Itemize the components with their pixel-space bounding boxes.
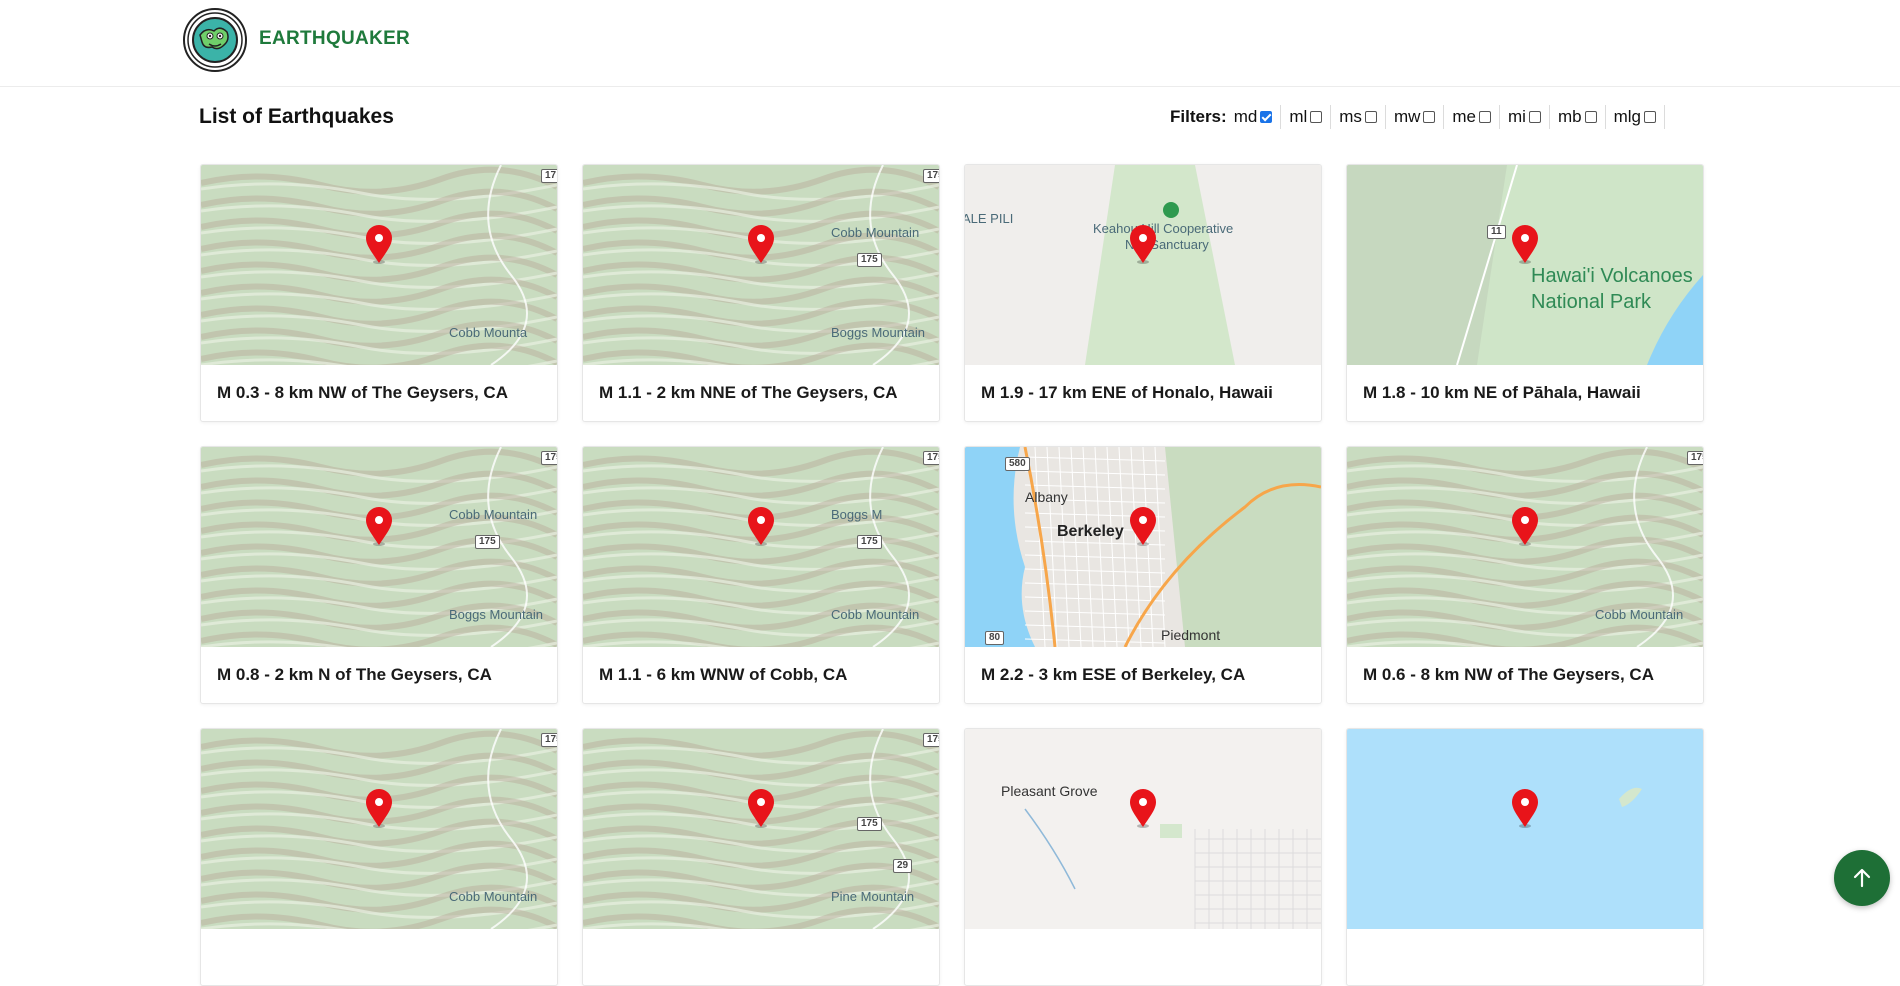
- filter-label: mw: [1393, 107, 1421, 126]
- highway-shield: 175: [857, 253, 882, 267]
- earthquake-title[interactable]: M 0.6 - 8 km NW of The Geysers, CA: [1363, 665, 1654, 685]
- highway-shield: 175: [541, 733, 557, 747]
- filter-checkbox-md[interactable]: [1260, 111, 1273, 123]
- map-pin-icon[interactable]: [1511, 225, 1539, 265]
- filter-mi[interactable]: mi: [1508, 105, 1550, 129]
- filter-mlg[interactable]: mlg: [1614, 105, 1665, 129]
- earthquake-title[interactable]: M 1.1 - 6 km WNW of Cobb, CA: [599, 665, 847, 685]
- map-place-label: Berkeley: [1057, 523, 1124, 540]
- earthquake-card[interactable]: Boggs Mountain Cobb Mountain 175 175 M 0.8 -…: [200, 446, 558, 704]
- filter-label: mlg: [1613, 107, 1641, 126]
- filter-label: me: [1452, 107, 1477, 126]
- filters-bar: Filters: md ml ms mw me mi mb mlg: [1170, 105, 1665, 129]
- filters-label: Filters:: [1170, 107, 1227, 126]
- highway-shield: 175: [1687, 451, 1703, 465]
- map-pin-icon[interactable]: [1129, 225, 1157, 265]
- earthquake-title[interactable]: M 1.8 - 10 km NE of Pāhala, Hawaii: [1363, 383, 1641, 403]
- map-place-label: Cobb Mountain: [831, 225, 920, 240]
- earthquake-card[interactable]: Boggs Mountain Cobb Mountain 175 175 M 1.1 -…: [582, 164, 940, 422]
- earthquake-card[interactable]: Cobb Mountain 175: [200, 728, 558, 986]
- earthquake-card[interactable]: ALE PILI Keahou Hill Cooperative NW Sanctu…: [964, 164, 1322, 422]
- filter-checkbox-mlg[interactable]: [1644, 111, 1656, 123]
- highway-shield: 175: [923, 451, 939, 465]
- map-place-label: ALE PILI: [964, 211, 1014, 226]
- earthquake-title[interactable]: M 1.9 - 17 km ENE of Honalo, Hawaii: [981, 383, 1273, 403]
- filter-mb[interactable]: mb: [1558, 105, 1606, 129]
- map-place-label: Boggs Mountain: [449, 607, 543, 622]
- filter-me[interactable]: me: [1452, 105, 1501, 129]
- map-pin-icon[interactable]: [365, 225, 393, 265]
- map-place-label: Cobb Mountain: [831, 607, 920, 622]
- map-pin-icon[interactable]: [747, 507, 775, 547]
- map-pin-icon[interactable]: [1511, 789, 1539, 829]
- map-place-label: Cobb Mountain: [449, 889, 538, 904]
- highway-shield: 175: [857, 535, 882, 549]
- map-place-label: Boggs Mountain: [831, 325, 925, 340]
- highway-shield: 175: [541, 451, 557, 465]
- map-pin-icon[interactable]: [747, 789, 775, 829]
- earthquake-card[interactable]: Hawai'i Volcanoes National Park 11 M 1.8 - …: [1346, 164, 1704, 422]
- filter-mw[interactable]: mw: [1393, 105, 1445, 129]
- earthquake-card[interactable]: Albany Berkeley Piedmont 580 80 M 2.2 - 3 km …: [964, 446, 1322, 704]
- filter-label: ms: [1339, 107, 1362, 126]
- filter-checkbox-mw[interactable]: [1423, 111, 1436, 123]
- filter-label: mb: [1557, 107, 1582, 126]
- highway-shield: 80: [985, 631, 1005, 645]
- earthquake-card[interactable]: Cobb Mounta 17 M 0.3 - 8 km NW of The Geys…: [200, 164, 558, 422]
- earthquake-card[interactable]: Cobb Mountain 175 M 0.6 - 8 km NW of The G…: [1346, 446, 1704, 704]
- map-pin-icon[interactable]: [1129, 789, 1157, 829]
- map-place-label: Cobb Mountain: [449, 507, 538, 522]
- filter-label: md: [1233, 107, 1258, 126]
- arrow-up-icon: [1853, 868, 1871, 888]
- map-place-label: Pine Mountain: [831, 889, 915, 904]
- map-place-label: Boggs M: [831, 507, 883, 522]
- filter-label: mi: [1508, 107, 1526, 126]
- filter-ms[interactable]: ms: [1339, 105, 1386, 129]
- earthquake-title[interactable]: M 0.8 - 2 km N of The Geysers, CA: [217, 665, 492, 685]
- map-pin-icon[interactable]: [1511, 507, 1539, 547]
- brand-name[interactable]: EARTHQUAKER: [259, 28, 410, 50]
- highway-shield: 580: [1005, 457, 1030, 471]
- filter-checkbox-me[interactable]: [1479, 111, 1492, 123]
- globe-logo-icon[interactable]: [182, 7, 248, 73]
- filter-label: ml: [1289, 107, 1308, 126]
- map-pin-icon[interactable]: [1129, 507, 1157, 547]
- earthquake-title[interactable]: M 0.3 - 8 km NW of The Geysers, CA: [217, 383, 508, 403]
- map-place-label: Pleasant Grove: [1001, 783, 1098, 799]
- header: EARTHQUAKER: [0, 0, 1900, 87]
- earthquake-card[interactable]: [1346, 728, 1704, 986]
- highway-shield: 175: [475, 535, 500, 549]
- map-place-label: Cobb Mountain: [1595, 607, 1684, 622]
- highway-shield: 175: [923, 733, 939, 747]
- highway-shield: 29: [893, 859, 913, 873]
- page-title: List of Earthquakes: [199, 105, 394, 128]
- map-place-label: Cobb Mounta: [449, 325, 528, 340]
- filter-checkbox-ms[interactable]: [1364, 111, 1377, 123]
- highway-shield: 11: [1487, 225, 1506, 239]
- earthquake-card[interactable]: Pleasant Grove: [964, 728, 1322, 986]
- earthquake-title[interactable]: M 2.2 - 3 km ESE of Berkeley, CA: [981, 665, 1245, 685]
- filter-checkbox-ml[interactable]: [1310, 111, 1323, 123]
- highway-shield: 175: [857, 817, 882, 831]
- earthquake-title[interactable]: M 1.1 - 2 km NNE of The Geysers, CA: [599, 383, 898, 403]
- highway-shield: 17: [541, 169, 557, 183]
- earthquake-card[interactable]: Cobb Mountain Boggs M 175 175 M 1.1 - 6 km W…: [582, 446, 940, 704]
- map-pin-icon[interactable]: [747, 225, 775, 265]
- filter-md[interactable]: md: [1234, 105, 1282, 129]
- scroll-to-top-button[interactable]: [1834, 850, 1890, 906]
- filter-checkbox-mi[interactable]: [1528, 111, 1541, 123]
- filter-ml[interactable]: ml: [1289, 105, 1332, 129]
- map-place-label: Keahou Hill Cooperative: [1093, 221, 1234, 236]
- earthquake-card[interactable]: Pine Mountain 175 175 29: [582, 728, 940, 986]
- filter-checkbox-mb[interactable]: [1584, 111, 1597, 123]
- map-place-label: Piedmont: [1161, 627, 1221, 643]
- map-pin-icon[interactable]: [365, 789, 393, 829]
- map-place-label: National Park: [1531, 291, 1652, 313]
- map-place-label: Albany: [1025, 489, 1068, 505]
- map-place-label: Hawai'i Volcanoes: [1531, 265, 1693, 287]
- map-pin-icon[interactable]: [365, 507, 393, 547]
- highway-shield: 175: [923, 169, 939, 183]
